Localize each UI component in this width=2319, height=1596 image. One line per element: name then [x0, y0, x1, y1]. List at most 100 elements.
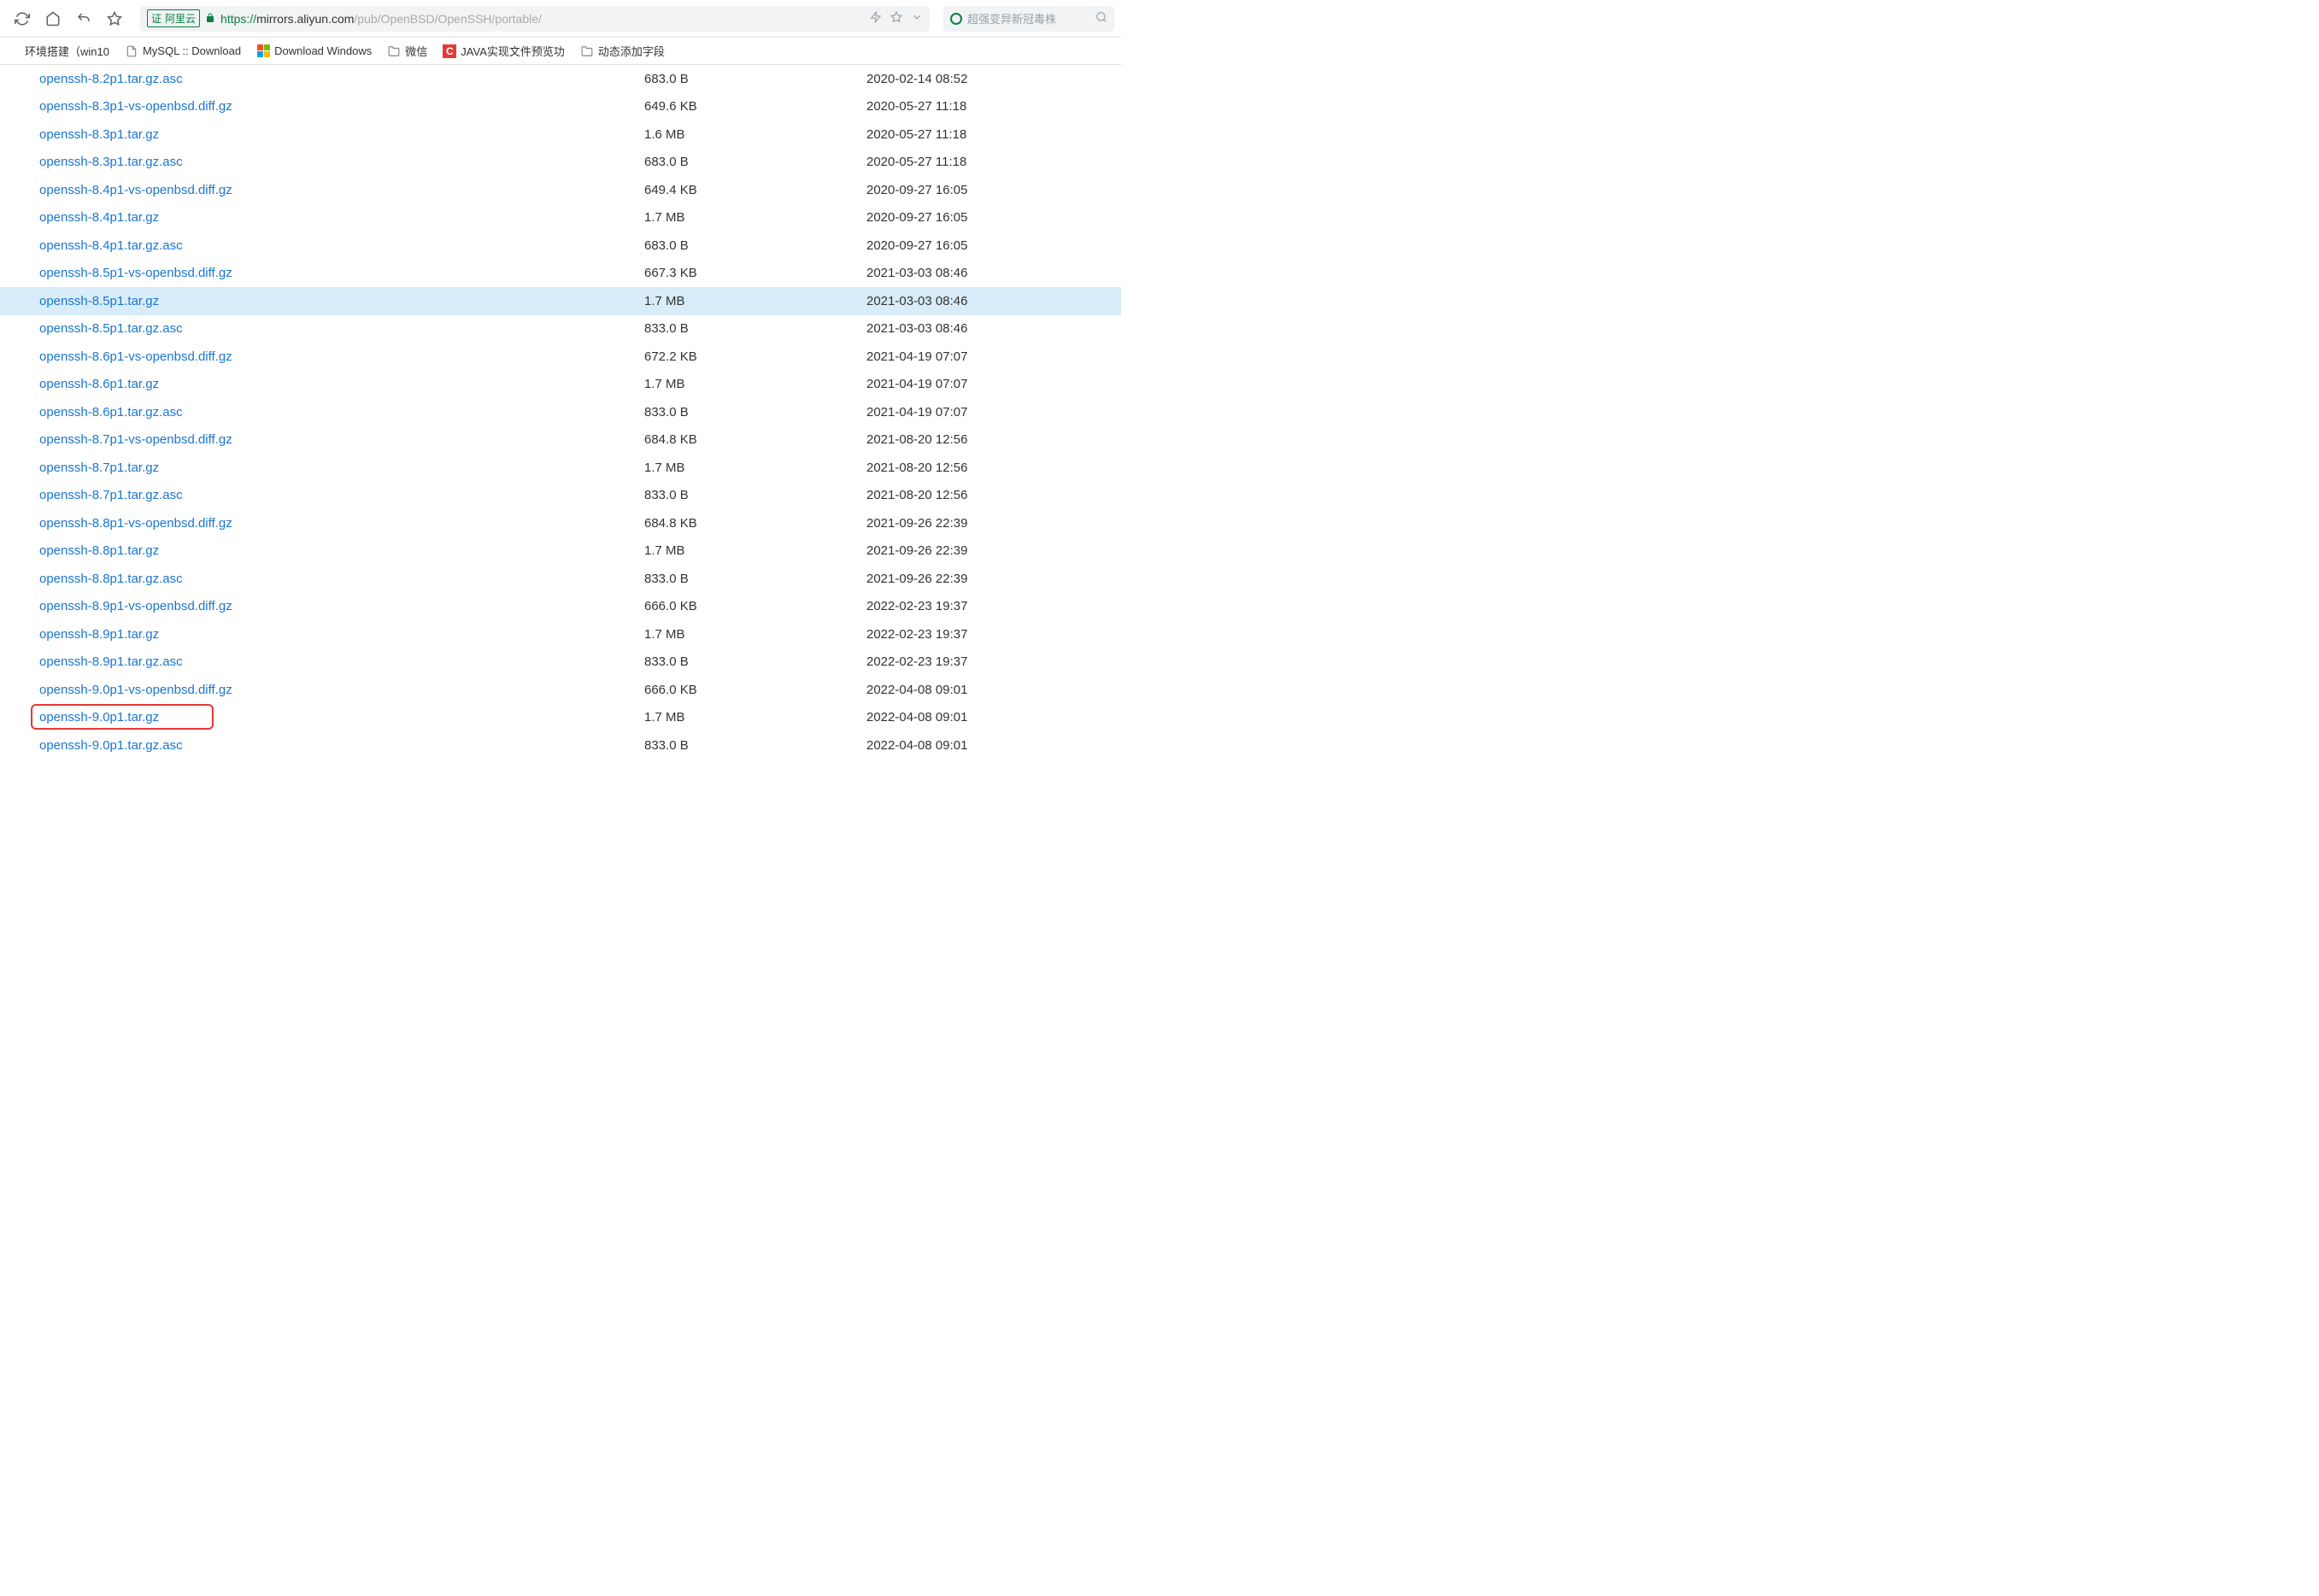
file-link[interactable]: openssh-8.4p1.tar.gz.asc	[39, 238, 183, 253]
file-link[interactable]: openssh-8.4p1-vs-openbsd.diff.gz	[39, 183, 232, 197]
file-size: 1.7 MB	[644, 377, 866, 391]
file-link[interactable]: openssh-8.8p1.tar.gz	[39, 543, 159, 558]
file-link[interactable]: openssh-9.0p1.tar.gz	[39, 710, 159, 725]
bookmark-label: Download Windows	[274, 44, 372, 57]
search-icon[interactable]	[1095, 11, 1107, 26]
file-link[interactable]: openssh-8.4p1.tar.gz	[39, 210, 159, 225]
file-link[interactable]: openssh-8.5p1.tar.gz	[39, 294, 159, 308]
file-link[interactable]: openssh-8.6p1.tar.gz	[39, 377, 159, 391]
file-link[interactable]: openssh-8.8p1-vs-openbsd.diff.gz	[39, 516, 232, 531]
microsoft-icon	[256, 44, 270, 58]
chevron-down-icon[interactable]	[911, 11, 923, 26]
file-date: 2020-09-27 16:05	[866, 210, 1121, 225]
file-link[interactable]: openssh-9.0p1-vs-openbsd.diff.gz	[39, 683, 232, 697]
bookmark-item[interactable]: Download Windows	[256, 44, 372, 58]
bookmark-icon	[7, 44, 21, 58]
file-link[interactable]: openssh-8.7p1.tar.gz.asc	[39, 488, 183, 502]
search-placeholder: 超强变异新冠毒株	[967, 10, 1090, 26]
file-link[interactable]: openssh-8.7p1-vs-openbsd.diff.gz	[39, 432, 232, 447]
address-bar[interactable]: 证 阿里云 https://mirrors.aliyun.com/pub/Ope…	[140, 6, 930, 32]
home-icon[interactable]	[44, 10, 62, 27]
cert-label: 阿里云	[165, 11, 196, 26]
file-date: 2020-09-27 16:05	[866, 183, 1121, 197]
file-size: 667.3 KB	[644, 266, 866, 280]
file-link[interactable]: openssh-8.3p1.tar.gz	[39, 127, 159, 142]
file-size: 649.4 KB	[644, 183, 866, 197]
bookmark-item[interactable]: MySQL :: Download	[125, 44, 241, 58]
file-size: 684.8 KB	[644, 432, 866, 447]
back-icon[interactable]	[75, 10, 92, 27]
file-row: openssh-8.5p1.tar.gz1.7 MB2021-03-03 08:…	[0, 287, 1121, 315]
file-date: 2022-02-23 19:37	[866, 599, 1121, 613]
file-row: openssh-8.8p1-vs-openbsd.diff.gz684.8 KB…	[0, 509, 1121, 537]
file-date: 2020-09-27 16:05	[866, 238, 1121, 253]
file-link[interactable]: openssh-9.0p1.tar.gz.asc	[39, 738, 183, 753]
file-size: 1.7 MB	[644, 294, 866, 308]
cert-icon: 证	[151, 11, 161, 26]
file-link[interactable]: openssh-8.6p1-vs-openbsd.diff.gz	[39, 349, 232, 364]
file-size: 1.7 MB	[644, 627, 866, 642]
file-date: 2022-02-23 19:37	[866, 654, 1121, 669]
file-link[interactable]: openssh-8.6p1.tar.gz.asc	[39, 405, 183, 420]
file-size: 672.2 KB	[644, 349, 866, 364]
refresh-icon[interactable]	[14, 10, 31, 27]
lock-icon	[205, 12, 215, 26]
file-link[interactable]: openssh-8.9p1-vs-openbsd.diff.gz	[39, 599, 232, 613]
file-date: 2021-04-19 07:07	[866, 405, 1121, 420]
bookmark-item[interactable]: 环境搭建（win10	[7, 43, 109, 59]
file-size: 1.7 MB	[644, 543, 866, 558]
file-size: 1.7 MB	[644, 210, 866, 225]
file-link[interactable]: openssh-8.7p1.tar.gz	[39, 461, 159, 475]
file-row: openssh-8.9p1.tar.gz1.7 MB2022-02-23 19:…	[0, 620, 1121, 648]
file-link[interactable]: openssh-8.2p1.tar.gz.asc	[39, 72, 183, 86]
browser-toolbar: 证 阿里云 https://mirrors.aliyun.com/pub/Ope…	[0, 0, 1121, 38]
file-link[interactable]: openssh-8.9p1.tar.gz.asc	[39, 654, 183, 669]
file-date: 2020-05-27 11:18	[866, 155, 1121, 169]
file-row: openssh-8.3p1-vs-openbsd.diff.gz 649.6 KB…	[0, 93, 1121, 121]
file-link[interactable]: openssh-8.5p1-vs-openbsd.diff.gz	[39, 266, 232, 280]
bookmark-item[interactable]: 微信	[387, 43, 427, 59]
file-date: 2021-03-03 08:46	[866, 321, 1121, 336]
file-link[interactable]: openssh-8.9p1.tar.gz	[39, 627, 159, 642]
file-link[interactable]: openssh-8.3p1.tar.gz.asc	[39, 155, 183, 169]
folder-icon	[387, 44, 401, 58]
file-row: openssh-8.9p1-vs-openbsd.diff.gz666.0 KB…	[0, 593, 1121, 621]
file-link[interactable]: openssh-8.3p1-vs-openbsd.diff.gz	[39, 99, 232, 114]
file-row: openssh-8.2p1.tar.gz.asc683.0 B2020-02-1…	[0, 65, 1121, 93]
folder-icon	[580, 44, 594, 58]
file-date: 2021-08-20 12:56	[866, 432, 1121, 447]
file-row: openssh-8.7p1.tar.gz1.7 MB2021-08-20 12:…	[0, 454, 1121, 482]
file-size: 683.0 B	[644, 72, 866, 86]
search-brand-icon	[950, 13, 962, 25]
star-icon[interactable]	[106, 10, 123, 27]
lightning-icon[interactable]	[870, 11, 882, 26]
file-row: openssh-8.8p1.tar.gz.asc833.0 B2021-09-2…	[0, 565, 1121, 593]
bookmark-item[interactable]: CJAVA实现文件预览功	[443, 43, 565, 59]
bookmark-label: JAVA实现文件预览功	[461, 43, 565, 59]
file-row: openssh-9.0p1.tar.gz.asc833.0 B2022-04-0…	[0, 731, 1121, 760]
bookmark-label: MySQL :: Download	[143, 44, 241, 57]
bookmarks-bar: 环境搭建（win10 MySQL :: Download Download Wind…	[0, 38, 1121, 65]
file-size: 833.0 B	[644, 572, 866, 586]
file-row: openssh-9.0p1-vs-openbsd.diff.gz 666.0 KB…	[0, 676, 1121, 704]
file-link[interactable]: openssh-8.8p1.tar.gz.asc	[39, 572, 183, 586]
bookmark-item[interactable]: 动态添加字段	[580, 43, 665, 59]
file-size: 666.0 KB	[644, 683, 866, 697]
file-size: 1.7 MB	[644, 461, 866, 475]
file-size: 683.0 B	[644, 238, 866, 253]
bookmark-star-icon[interactable]	[890, 11, 902, 26]
file-link[interactable]: openssh-8.5p1.tar.gz.asc	[39, 321, 183, 336]
file-row: openssh-8.7p1.tar.gz.asc833.0 B2021-08-2…	[0, 482, 1121, 510]
file-row: openssh-8.4p1-vs-openbsd.diff.gz 649.4 KB…	[0, 176, 1121, 204]
file-row: openssh-8.3p1.tar.gz.asc683.0 B2020-05-2…	[0, 149, 1121, 177]
file-date: 2021-04-19 07:07	[866, 377, 1121, 391]
file-date: 2020-05-27 11:18	[866, 99, 1121, 114]
file-date: 2021-04-19 07:07	[866, 349, 1121, 364]
file-date: 2021-08-20 12:56	[866, 488, 1121, 502]
address-bar-right	[870, 11, 923, 26]
file-date: 2022-04-08 09:01	[866, 683, 1121, 697]
file-row: openssh-8.3p1.tar.gz1.6 MB2020-05-27 11:…	[0, 120, 1121, 149]
search-box[interactable]: 超强变异新冠毒株	[943, 6, 1114, 32]
cert-badge[interactable]: 证 阿里云	[147, 9, 200, 27]
file-size: 649.6 KB	[644, 99, 866, 114]
